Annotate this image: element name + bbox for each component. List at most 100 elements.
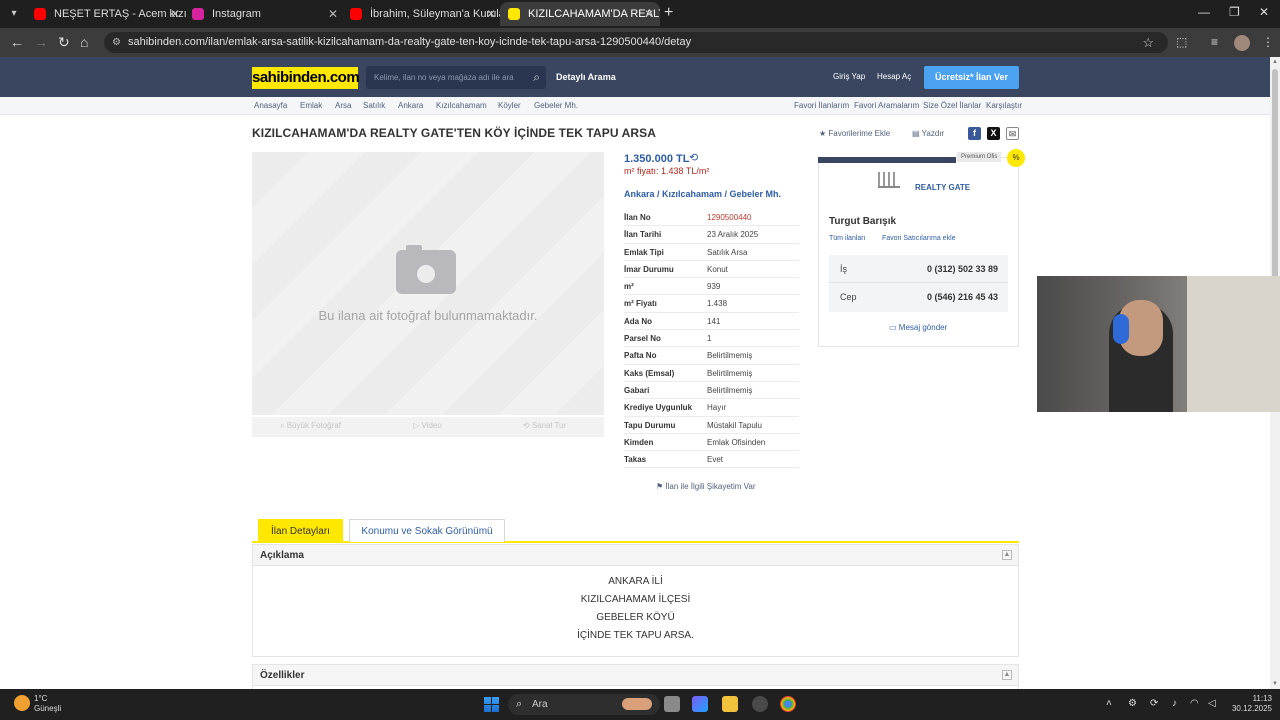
search-icon[interactable]: ⌕ — [533, 66, 540, 89]
steam-icon[interactable] — [752, 696, 768, 712]
register-link[interactable]: Hesap Aç — [877, 72, 911, 81]
search-highlight-icon[interactable] — [622, 698, 652, 710]
print-link[interactable]: ▤ Yazdır — [912, 129, 944, 138]
x-share-icon[interactable]: X — [987, 127, 1000, 140]
microphone-icon[interactable]: ♪ — [1172, 698, 1177, 709]
task-view-icon[interactable] — [664, 696, 680, 712]
login-link[interactable]: Giriş Yap — [833, 72, 865, 81]
home-icon[interactable]: ⌂ — [80, 34, 88, 50]
profile-avatar[interactable] — [1234, 35, 1250, 51]
reload-icon[interactable]: ↻ — [58, 34, 70, 51]
realty-gate-logo[interactable] — [869, 172, 909, 200]
clock[interactable]: 11:13 30.12.2025 — [1226, 694, 1272, 714]
weather-widget[interactable]: 1°C Güneşli — [34, 694, 61, 714]
site-info-icon[interactable]: ⚙ — [112, 32, 121, 53]
chrome-icon[interactable] — [780, 696, 796, 712]
detail-key: Krediye Uygunluk — [624, 403, 693, 413]
compare-link[interactable]: Karşılaştır — [986, 101, 1022, 110]
mobile-phone[interactable]: 0 (546) 216 45 43 — [927, 283, 998, 311]
breadcrumb-item[interactable]: Arsa — [335, 101, 351, 110]
tab-title: NEŞET ERTAŞ - Acem kızı, Çırpın — [54, 8, 186, 20]
browser-tab-active[interactable]: KIZILCAHAMAM'DA REALTY GA ✕ — [500, 2, 660, 26]
breadcrumb-item[interactable]: Satılık — [363, 101, 385, 110]
tab-search-icon[interactable]: ▾ — [6, 6, 22, 22]
features-heading[interactable]: Özellikler ▲ — [253, 665, 1018, 686]
complaint-link[interactable]: ⚑ İlan ile İlgili Şikayetim Var — [656, 482, 756, 491]
close-tab-icon[interactable]: ✕ — [644, 2, 654, 26]
breadcrumb-item[interactable]: Ankara — [398, 101, 423, 110]
close-tab-icon[interactable]: ✕ — [328, 2, 338, 26]
breadcrumb-item[interactable]: Emlak — [300, 101, 322, 110]
detail-tabs: İlan Detayları Konumu ve Sokak Görünümü — [252, 519, 1019, 543]
price-history-icon[interactable]: ⟲ — [689, 151, 698, 164]
scroll-down-icon[interactable]: ▼ — [1272, 681, 1278, 687]
add-favorite-label: Favorilerime Ekle — [828, 129, 891, 138]
youtube-icon — [350, 8, 362, 20]
restore-icon[interactable]: ❐ — [1229, 5, 1240, 19]
breadcrumb-item[interactable]: Gebeler Mh. — [534, 101, 578, 110]
work-phone[interactable]: 0 (312) 502 33 89 — [927, 255, 998, 283]
browser-tab[interactable]: Instagram ✕ — [184, 2, 344, 26]
detail-value: Belirtilmemiş — [707, 351, 753, 361]
email-share-icon[interactable]: ✉ — [1006, 127, 1019, 140]
post-ad-button[interactable]: Ücretsiz* İlan Ver — [924, 66, 1019, 89]
detail-key: Takas — [624, 455, 647, 465]
brand-name[interactable]: REALTY GATE — [915, 183, 970, 192]
breadcrumb-item[interactable]: Köyler — [498, 101, 521, 110]
video-tab[interactable]: ▷ Video — [369, 421, 486, 430]
breadcrumb: Anasayfa Emlak Arsa Satılık Ankara Kızıl… — [0, 97, 1270, 115]
breadcrumb-item[interactable]: Anasayfa — [254, 101, 287, 110]
windows-start-icon[interactable] — [484, 697, 499, 712]
forward-icon[interactable]: → — [34, 34, 48, 50]
wifi-icon[interactable]: ◠ — [1190, 698, 1199, 709]
location-links[interactable]: Ankara / Kızılcahamam / Gebeler Mh. — [624, 189, 781, 199]
window-close-icon[interactable]: ✕ — [1259, 5, 1269, 19]
favorite-searches-link[interactable]: Favori Aramalarım — [854, 101, 919, 110]
description-heading[interactable]: Açıklama ▲ — [253, 545, 1018, 566]
site-logo[interactable]: sahibinden.com — [252, 67, 360, 89]
weather-icon[interactable] — [14, 695, 30, 711]
collapse-icon[interactable]: ▲ — [1002, 670, 1012, 680]
bookmark-star-icon[interactable]: ☆ — [1142, 32, 1154, 53]
search-input[interactable]: Kelime, ilan no veya mağaza adı ile ara … — [366, 66, 546, 89]
collapse-icon[interactable]: ▲ — [1002, 550, 1012, 560]
large-photo-tab[interactable]: ⌕ Büyük Fotoğraf — [252, 421, 369, 431]
tray-app-icon[interactable]: ⚙ — [1128, 698, 1137, 709]
tour-icon: ⟲ — [522, 421, 532, 430]
virtual-tour-tab[interactable]: ⟲ Sanal Tur — [486, 421, 603, 430]
seller-top-bar — [818, 157, 956, 163]
tray-overflow-icon[interactable]: ˄ — [1106, 698, 1112, 709]
volume-icon[interactable]: ◁ — [1208, 698, 1216, 709]
scroll-up-icon[interactable]: ▲ — [1272, 59, 1278, 65]
file-explorer-icon[interactable] — [722, 696, 738, 712]
tab-listing-details[interactable]: İlan Detayları — [258, 519, 343, 542]
browser-tab[interactable]: İbrahim, Süleyman'a Kurulan Su ✕ — [342, 2, 502, 26]
minimize-icon[interactable]: — — [1198, 5, 1210, 19]
search-icon: ⌕ — [516, 698, 523, 710]
breadcrumb-item[interactable]: Kızılcahamam — [436, 101, 487, 110]
tab-location-street-view[interactable]: Konumu ve Sokak Görünümü — [349, 519, 505, 542]
favorite-ads-link[interactable]: Favori İlanlarım — [794, 101, 849, 110]
facebook-share-icon[interactable]: f — [968, 127, 981, 140]
favorite-seller-link[interactable]: Favori Satıcılarıma ekle — [882, 235, 956, 242]
media-icon[interactable]: ≡ — [1211, 35, 1218, 49]
url-text: sahibinden.com/ilan/emlak-arsa-satilik-k… — [128, 36, 692, 48]
description-body: ANKARA İLİ KIZILCAHAMAM İLÇESİ GEBELER K… — [253, 566, 1018, 645]
browser-tab[interactable]: NEŞET ERTAŞ - Acem kızı, Çırpın ✕ — [26, 2, 186, 26]
close-tab-icon[interactable]: ✕ — [170, 2, 180, 26]
special-ads-link[interactable]: Size Özel İlanlar — [923, 101, 981, 110]
close-tab-icon[interactable]: ✕ — [486, 2, 496, 26]
all-ads-link[interactable]: Tüm ilanları — [829, 235, 866, 242]
copilot-icon[interactable] — [692, 696, 708, 712]
detailed-search-link[interactable]: Detaylı Arama — [556, 72, 616, 82]
add-favorite-link[interactable]: ★ Favorilerime Ekle — [819, 129, 890, 138]
url-bar[interactable]: ⚙ sahibinden.com/ilan/emlak-arsa-satilik… — [104, 32, 1168, 53]
extensions-icon[interactable]: ⬚ — [1176, 35, 1187, 49]
taskbar-search-label: Ara — [532, 699, 548, 710]
browser-menu-icon[interactable]: ⋮ — [1262, 35, 1274, 49]
network-icon[interactable]: ⟳ — [1150, 698, 1158, 709]
new-tab-icon[interactable]: + — [664, 4, 673, 22]
back-icon[interactable]: ← — [10, 34, 24, 50]
detail-row: İmar Durumu Konut — [624, 261, 799, 279]
send-message-link[interactable]: ▭ Mesaj gönder — [889, 323, 947, 332]
